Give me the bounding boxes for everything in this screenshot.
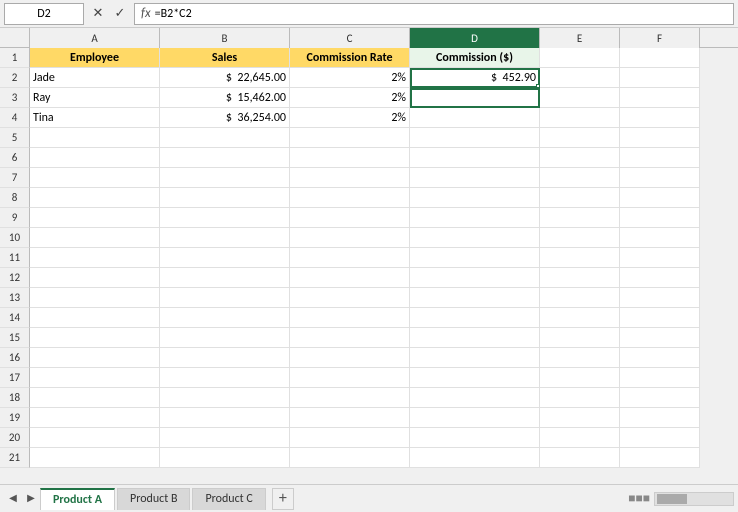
table-row: 2 Jade $ 22,645.00 2% $ 452.90 + [0, 68, 738, 88]
grid-body: 1 Employee Sales Commission Rate Commiss… [0, 48, 738, 484]
table-row: 9 [0, 208, 738, 228]
cell-D2[interactable]: $ 452.90 + [410, 68, 540, 88]
cell-E3[interactable] [540, 88, 620, 108]
formula-cancel-btn[interactable]: ✕ [88, 3, 108, 25]
formula-bar[interactable]: fx =B2*C2 [134, 3, 734, 25]
table-row: 10 [0, 228, 738, 248]
scroll-indicator: ■■■ [628, 491, 650, 506]
table-row: 3 Ray $ 15,462.00 2% [0, 88, 738, 108]
table-row: 20 [0, 428, 738, 448]
table-row: 21 [0, 448, 738, 468]
cell-F2[interactable] [620, 68, 700, 88]
cell-D4[interactable] [410, 108, 540, 128]
table-row: 7 [0, 168, 738, 188]
cell-B2[interactable]: $ 22,645.00 [160, 68, 290, 88]
tab-nav-prev[interactable]: ◀ [4, 490, 22, 508]
cell-D3[interactable] [410, 88, 540, 108]
name-box[interactable]: D2 [4, 3, 84, 25]
fill-cursor: + [535, 84, 540, 88]
tab-nav-next[interactable]: ▶ [22, 490, 40, 508]
sheet-tab-product-a[interactable]: Product A [40, 488, 115, 510]
col-headers: A B C D E F [0, 28, 738, 48]
cell-B1[interactable]: Sales [160, 48, 290, 68]
row-num-3: 3 [0, 88, 30, 108]
cell-C4[interactable]: 2% [290, 108, 410, 128]
table-row: 5 [0, 128, 738, 148]
row-num-header [0, 28, 30, 47]
table-row: 6 [0, 148, 738, 168]
sheet-tab-product-b[interactable]: Product B [117, 488, 190, 510]
row-num-1: 1 [0, 48, 30, 68]
table-row: 8 [0, 188, 738, 208]
col-header-F[interactable]: F [620, 28, 700, 48]
sheet-tab-product-c[interactable]: Product C [192, 488, 265, 510]
table-row: 19 [0, 408, 738, 428]
table-row: 12 [0, 268, 738, 288]
cell-F4[interactable] [620, 108, 700, 128]
row-num-2: 2 [0, 68, 30, 88]
top-bar: D2 ✕ ✓ fx =B2*C2 [0, 0, 738, 28]
cell-C2[interactable]: 2% [290, 68, 410, 88]
table-row: 11 [0, 248, 738, 268]
col-header-D[interactable]: D [410, 28, 540, 48]
fx-label: fx [141, 6, 151, 21]
horizontal-scrollbar[interactable] [654, 492, 734, 506]
cell-D1[interactable]: Commission ($) [410, 48, 540, 68]
col-header-A[interactable]: A [30, 28, 160, 48]
cell-E2[interactable] [540, 68, 620, 88]
cell-A3[interactable]: Ray [30, 88, 160, 108]
cell-E1[interactable] [540, 48, 620, 68]
col-header-E[interactable]: E [540, 28, 620, 48]
row-num-4: 4 [0, 108, 30, 128]
table-row: 13 [0, 288, 738, 308]
cell-C1[interactable]: Commission Rate [290, 48, 410, 68]
cell-E4[interactable] [540, 108, 620, 128]
table-row: 16 [0, 348, 738, 368]
cell-B3[interactable]: $ 15,462.00 [160, 88, 290, 108]
cell-A2[interactable]: Jade [30, 68, 160, 88]
scrollbar-thumb [657, 494, 687, 504]
formula-confirm-btn[interactable]: ✓ [110, 3, 130, 25]
cell-F1[interactable] [620, 48, 700, 68]
cell-A4[interactable]: Tina [30, 108, 160, 128]
cell-F3[interactable] [620, 88, 700, 108]
tab-bar: ◀ ▶ Product A Product B Product C + ■■■ [0, 484, 738, 512]
table-row: 1 Employee Sales Commission Rate Commiss… [0, 48, 738, 68]
add-sheet-button[interactable]: + [272, 488, 294, 510]
col-header-C[interactable]: C [290, 28, 410, 48]
cell-B4[interactable]: $ 36,254.00 [160, 108, 290, 128]
cell-C3[interactable]: 2% [290, 88, 410, 108]
spreadsheet: A B C D E F 1 Employee Sales Commission … [0, 28, 738, 484]
formula-controls: ✕ ✓ [88, 3, 130, 25]
table-row: 15 [0, 328, 738, 348]
col-header-B[interactable]: B [160, 28, 290, 48]
table-row: 14 [0, 308, 738, 328]
formula-content: =B2*C2 [155, 7, 192, 21]
cell-A1[interactable]: Employee [30, 48, 160, 68]
table-row: 4 Tina $ 36,254.00 2% [0, 108, 738, 128]
table-row: 18 [0, 388, 738, 408]
table-row: 17 [0, 368, 738, 388]
